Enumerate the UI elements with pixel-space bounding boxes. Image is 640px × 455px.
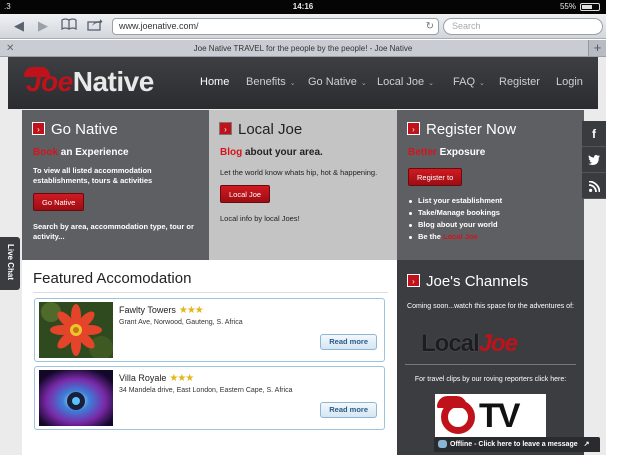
battery-percent: 55% — [559, 2, 576, 11]
arrow-right-icon: › — [407, 122, 420, 135]
travel-clips-text: For travel clips by our roving reporters… — [414, 376, 567, 383]
go-native-description: To view all listed accommodation establi… — [33, 166, 153, 185]
local-joe-info-text: Local info by local Joes! — [220, 214, 300, 223]
accommodation-card[interactable]: Villa Royale ★★★ 34 Mandela drive, East L… — [34, 366, 385, 430]
local-joe-description: Let the world know whats hip, hot & happ… — [220, 168, 378, 177]
arrow-right-icon: › — [407, 274, 420, 287]
go-native-heading[interactable]: › Go Native — [32, 122, 118, 138]
live-chat-tab[interactable]: Live Chat — [0, 237, 20, 290]
local-joe-panel: › Local Joe Blog about your area. Let the… — [209, 110, 397, 260]
chevron-down-icon: ⌄ — [289, 80, 296, 87]
nav-login[interactable]: Login — [556, 73, 583, 91]
site-header: JoeNative Home Benefits ⌄ Go Native ⌄ Loca… — [8, 57, 598, 109]
joes-channels-panel: › Joe's Channels Coming soon...watch this… — [397, 260, 584, 455]
nav-local-joe[interactable]: Local Joe ⌄ — [377, 73, 434, 93]
featured-title: Featured Accomodation — [33, 270, 192, 287]
arrow-right-icon: › — [32, 122, 45, 135]
offline-chat-bar[interactable]: Offline - Click here to leave a message … — [434, 437, 600, 452]
rss-icon[interactable] — [582, 173, 606, 199]
status-bar: .3 14:16 55% — [0, 0, 606, 14]
featured-accommodation: Featured Accomodation Fawlty Towers ★★★ … — [22, 260, 397, 455]
logo-joe-text: Joe — [26, 66, 73, 97]
share-icon[interactable] — [86, 18, 104, 34]
go-native-search-text: Search by area, accommodation type, tour… — [33, 222, 194, 241]
villa-thumbnail[interactable] — [39, 370, 113, 426]
local-joe-subheading: Blog about your area. — [220, 147, 323, 158]
list-item: Blog about your world — [409, 219, 577, 231]
arrow-right-icon: › — [219, 122, 232, 135]
social-sidebar: f — [582, 121, 606, 199]
close-tab-icon[interactable]: ✕ — [6, 40, 14, 57]
go-native-panel: › Go Native Book an Experience To view al… — [22, 110, 209, 260]
register-button[interactable]: Register to — [408, 168, 463, 186]
new-tab-plus-icon[interactable]: + — [588, 40, 606, 56]
flower-thumbnail[interactable] — [39, 302, 113, 358]
joe-tv-logo[interactable]: TV — [435, 394, 546, 438]
facebook-icon[interactable]: f — [582, 121, 606, 147]
coming-soon-text: Coming soon...watch this space for the a… — [407, 303, 574, 310]
reload-icon[interactable]: ↻ — [426, 19, 434, 34]
accommodation-address: 34 Mandela drive, East London, Eastern C… — [119, 387, 293, 394]
register-benefits-list: List your establishment Take/Manage book… — [409, 195, 577, 243]
logo-native-text: Native — [72, 66, 155, 97]
tab-bar: ✕ Joe Native TRAVEL for the people by th… — [0, 40, 606, 57]
read-more-button[interactable]: Read more — [320, 334, 377, 350]
divider — [405, 364, 576, 365]
twitter-icon[interactable] — [582, 147, 606, 173]
ipad-screen: .3 14:16 55% ◀ ▶ www.joenative.com/ ↻ Se… — [0, 0, 606, 455]
tab-title[interactable]: Joe Native TRAVEL for the people by the … — [20, 40, 586, 57]
accommodation-name[interactable]: Villa Royale ★★★ — [119, 373, 194, 384]
address-bar[interactable]: www.joenative.com/ ↻ — [112, 18, 439, 35]
url-text: www.joenative.com/ — [119, 21, 199, 31]
local-joe-heading[interactable]: › Local Joe — [219, 122, 302, 138]
site-logo[interactable]: JoeNative — [24, 65, 155, 99]
go-native-subheading: Book an Experience — [33, 147, 129, 158]
register-heading[interactable]: › Register Now — [407, 122, 516, 138]
offline-chat-label: Offline - Click here to leave a message — [450, 441, 578, 448]
go-native-button[interactable]: Go Native — [33, 193, 85, 211]
register-panel: › Register Now Better Exposure Register t… — [397, 110, 584, 260]
register-subheading: Better Exposure — [408, 147, 486, 158]
expand-arrow-icon[interactable]: ↗ — [584, 441, 590, 448]
divider — [33, 292, 388, 293]
nav-home[interactable]: Home — [200, 73, 229, 91]
channels-heading[interactable]: › Joe's Channels — [407, 274, 528, 290]
red-hat-icon — [437, 396, 467, 408]
nav-benefits[interactable]: Benefits ⌄ — [246, 73, 296, 93]
nav-faq[interactable]: FAQ ⌄ — [453, 73, 485, 93]
accommodation-address: Grant Ave, Norwood, Gauteng, S. Africa — [119, 319, 243, 326]
back-arrow-icon[interactable]: ◀ — [10, 18, 28, 34]
local-joe-button[interactable]: Local Joe — [220, 185, 271, 203]
list-item: Take/Manage bookings — [409, 207, 577, 219]
chevron-down-icon: ⌄ — [360, 80, 367, 87]
nav-go-native[interactable]: Go Native ⌄ — [308, 73, 367, 93]
accommodation-name[interactable]: Fawlty Towers ★★★ — [119, 305, 204, 316]
local-joe-logo[interactable]: LocalJoe — [421, 331, 561, 357]
list-item: Be the Local Joe — [409, 231, 577, 243]
website: JoeNative Home Benefits ⌄ Go Native ⌄ Loca… — [0, 57, 606, 455]
hero-panels: › Go Native Book an Experience To view al… — [22, 110, 584, 260]
bookmarks-book-icon[interactable] — [60, 18, 78, 34]
nav-register[interactable]: Register — [499, 73, 540, 91]
chevron-down-icon: ⌄ — [428, 80, 434, 87]
battery-icon — [580, 3, 600, 11]
star-rating-icon: ★★★ — [169, 373, 194, 384]
accommodation-card[interactable]: Fawlty Towers ★★★ Grant Ave, Norwood, Gau… — [34, 298, 385, 362]
clock: 14:16 — [292, 2, 314, 11]
chat-bubble-icon — [438, 440, 447, 448]
list-item: List your establishment — [409, 195, 577, 207]
browser-toolbar: ◀ ▶ www.joenative.com/ ↻ Search — [0, 14, 606, 39]
read-more-button[interactable]: Read more — [320, 402, 377, 418]
star-rating-icon: ★★★ — [178, 305, 204, 316]
forward-arrow-icon[interactable]: ▶ — [34, 18, 52, 34]
live-chat-label: Live Chat — [6, 244, 15, 281]
chevron-down-icon: ⌄ — [479, 80, 485, 87]
search-input[interactable]: Search — [443, 18, 603, 35]
